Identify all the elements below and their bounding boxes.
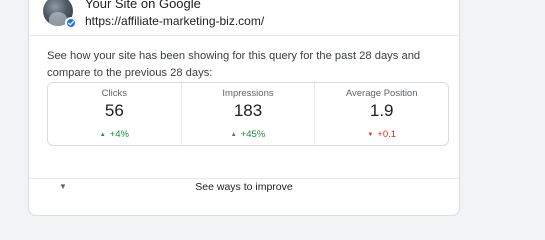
stat-impressions: Impressions 183 ▲ +45% [180,83,315,145]
site-title: Your Site on Google [85,0,201,11]
site-url-link[interactable]: https://affiliate-marketing-biz.com/ [85,14,264,28]
improve-label: See ways to improve [195,181,293,193]
stat-clicks: Clicks 56 ▲ +4% [48,83,181,145]
stat-change-value: +45% [240,129,266,140]
see-ways-to-improve-button[interactable]: ▼ See ways to improve [29,179,459,199]
stat-label: Average Position [345,88,418,99]
card-header: Your Site on Google https://affiliate-ma… [29,0,459,32]
verified-badge-icon [65,17,77,29]
stat-change: ▲ +45% [182,129,315,140]
up-arrow-icon: ▲ [230,131,237,138]
stat-average-position: Average Position 1.9 ▼ +0.1 [314,83,448,145]
stat-change: ▼ +0.1 [315,129,448,140]
up-arrow-icon: ▲ [99,131,106,138]
stat-value: 1.9 [369,101,394,120]
comparison-description: See how your site has been showing for t… [47,50,421,79]
down-arrow-icon: ▼ [367,131,374,138]
stat-value: 56 [104,101,124,120]
stat-change-value: +4% [109,129,129,140]
stat-change: ▲ +4% [48,129,181,140]
divider [29,35,459,36]
checkmark-icon [67,20,75,26]
stat-change-value: +0.1 [377,129,397,140]
site-performance-card: Your Site on Google https://affiliate-ma… [28,0,460,216]
stat-value: 183 [233,101,263,120]
stats-panel: Clicks 56 ▲ +4% Impressions 183 ▲ +45% A… [47,82,449,146]
stat-label: Impressions [222,88,274,99]
stat-label: Clicks [101,88,127,99]
